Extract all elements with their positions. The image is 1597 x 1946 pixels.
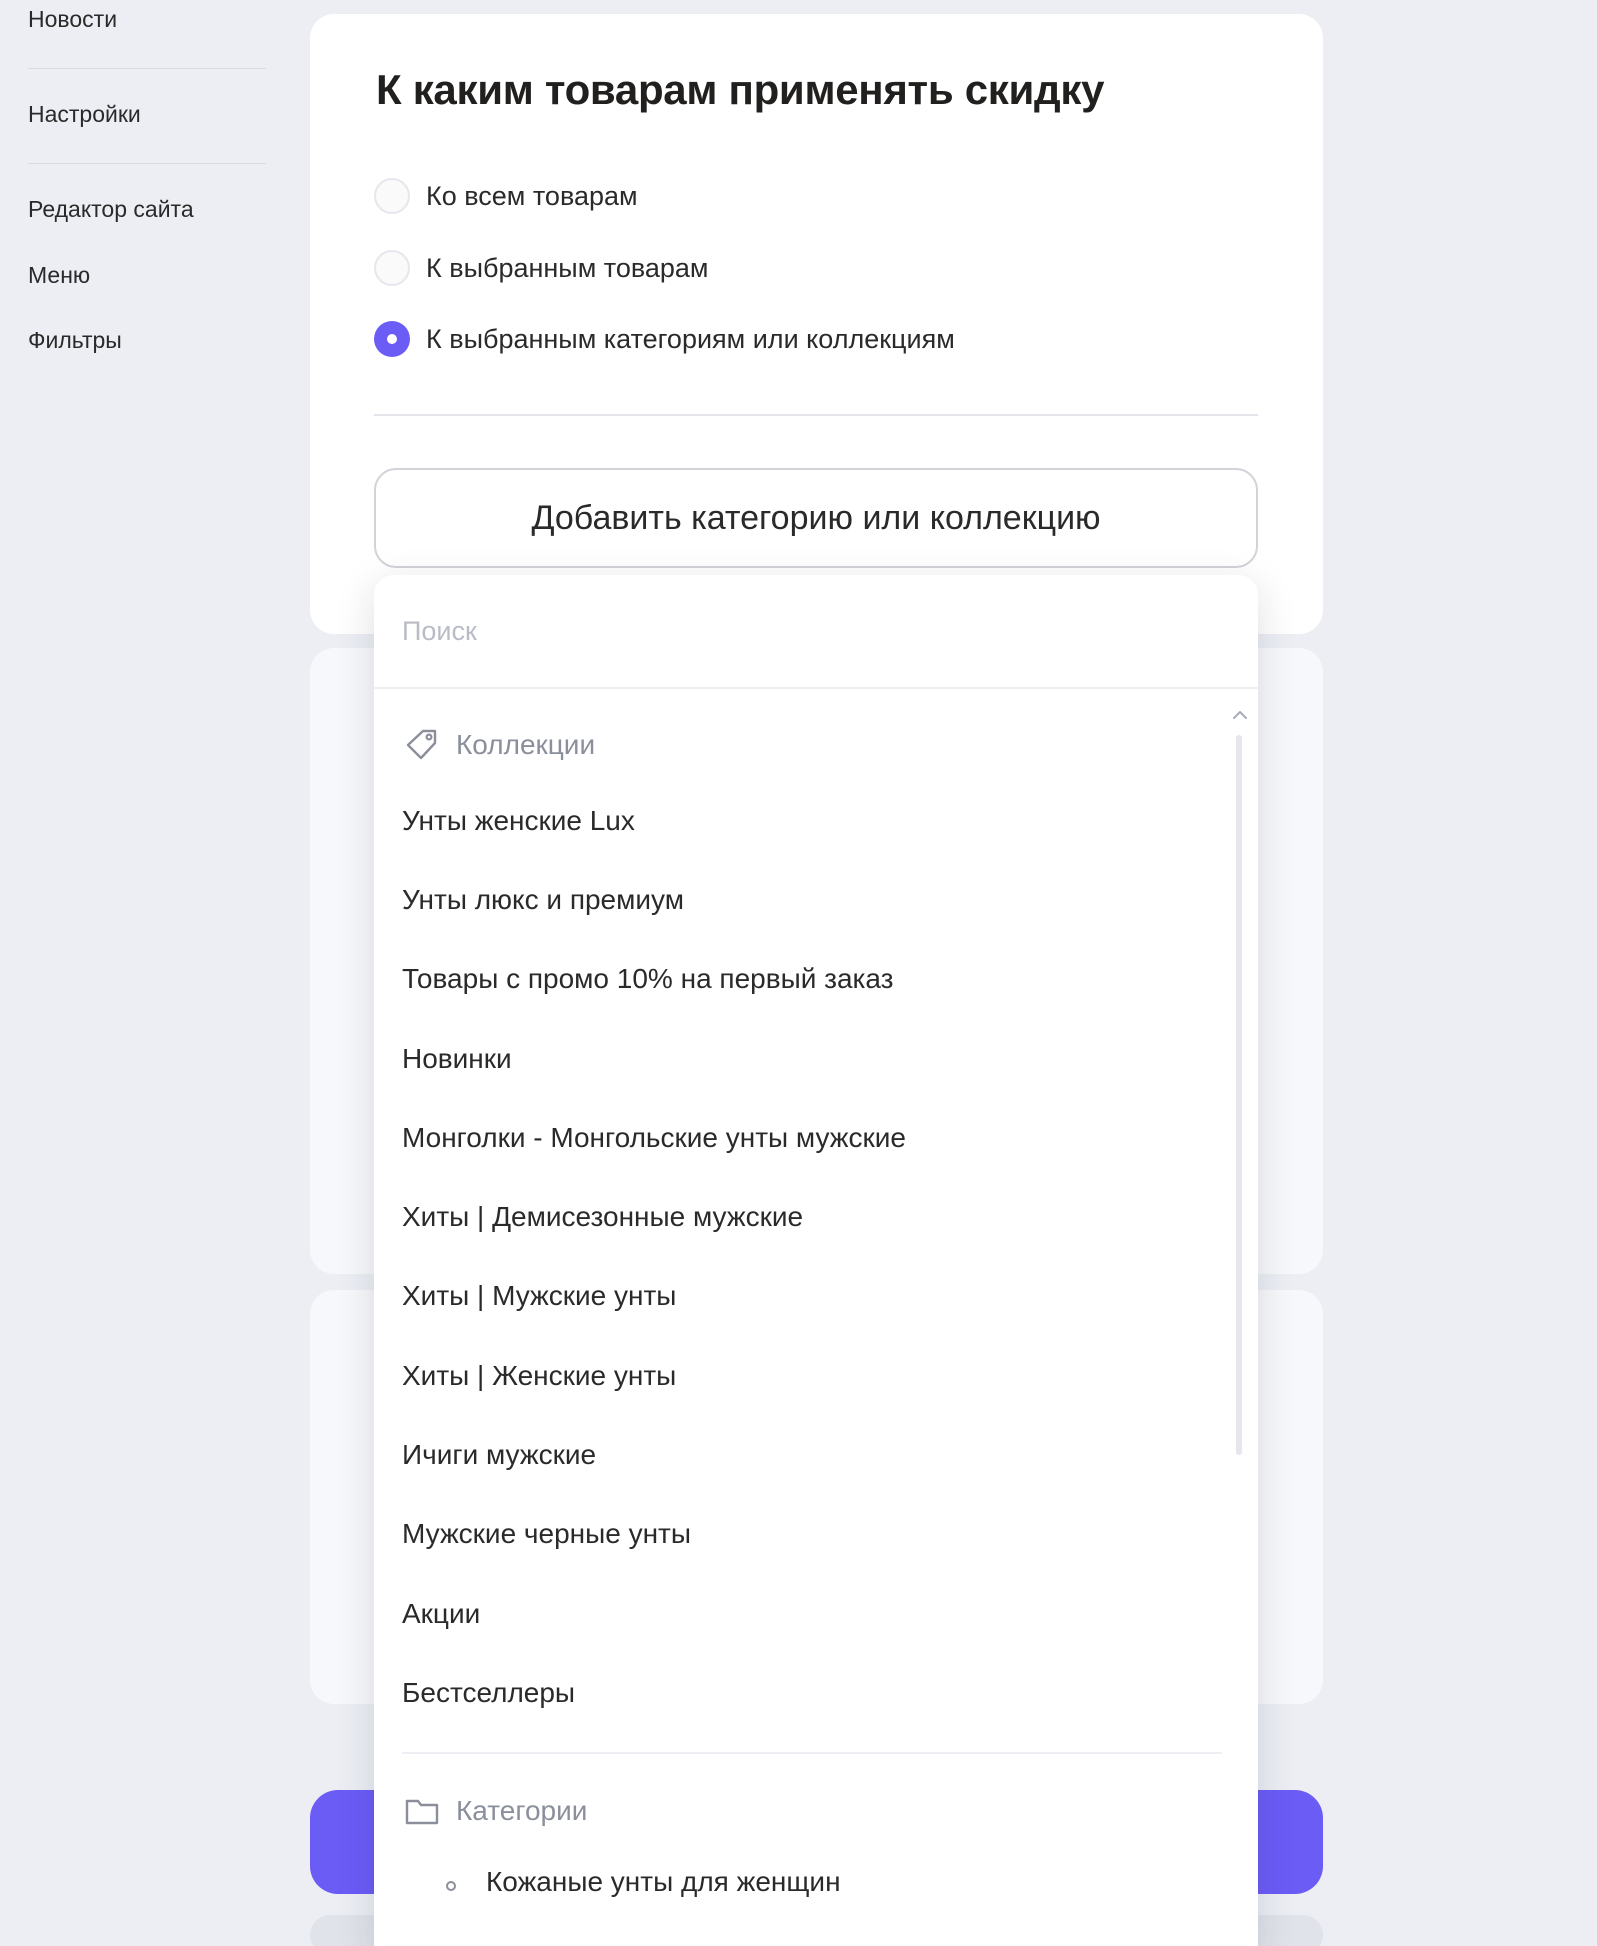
radio-label: К выбранным категориям или коллекциям	[426, 323, 955, 354]
radio-label: К выбранным товарам	[426, 252, 709, 283]
bullet-icon	[446, 1881, 456, 1891]
category-collection-dropdown: Коллекции Унты женские Lux Унты люкс и п…	[374, 575, 1258, 1946]
collection-option[interactable]: Хиты | Демисезонные мужские	[402, 1201, 803, 1233]
radio-selected-products[interactable]: К выбранным товарам	[374, 248, 709, 288]
sidebar-item-site-editor[interactable]: Редактор сайта	[28, 196, 194, 223]
sidebar-divider	[28, 163, 266, 164]
collection-option[interactable]: Унты люкс и премиум	[402, 884, 684, 916]
radio-all-products[interactable]: Ко всем товарам	[374, 176, 638, 216]
scrollbar[interactable]	[1236, 735, 1242, 1455]
folder-icon	[405, 1799, 439, 1825]
collections-label: Коллекции	[456, 729, 596, 760]
sidebar: Новости Настройки Редактор сайта Меню Фи…	[0, 0, 280, 1946]
collections-group-header: Коллекции	[402, 723, 595, 767]
divider	[374, 414, 1258, 416]
collection-option[interactable]: Хиты | Женские унты	[402, 1360, 676, 1392]
categories-label: Категории	[456, 1795, 588, 1826]
sidebar-item-news[interactable]: Новости	[28, 6, 117, 33]
category-option[interactable]: Кожаные унты для женщин	[486, 1866, 841, 1898]
sidebar-divider	[28, 68, 266, 69]
sidebar-item-settings[interactable]: Настройки	[28, 101, 141, 128]
discount-settings-page: Новости Настройки Редактор сайта Меню Фи…	[0, 0, 1597, 1946]
search-input[interactable]	[374, 575, 1258, 689]
sidebar-item-filters[interactable]: Фильтры	[28, 327, 122, 354]
radio-selected-categories[interactable]: К выбранным категориям или коллекциям	[374, 319, 955, 359]
sidebar-item-menu[interactable]: Меню	[28, 262, 90, 289]
collection-option[interactable]: Мужские черные унты	[402, 1518, 691, 1550]
categories-group-header: Категории	[402, 1789, 587, 1833]
scroll-up-icon[interactable]	[1230, 705, 1250, 725]
collection-option[interactable]: Унты женские Lux	[402, 805, 635, 837]
radio-label: Ко всем товарам	[426, 180, 638, 211]
radio-button[interactable]	[374, 178, 410, 214]
collection-option[interactable]: Монголки - Монгольские унты мужские	[402, 1122, 906, 1154]
collection-option[interactable]: Товары с промо 10% на первый заказ	[402, 963, 894, 995]
radio-button-checked[interactable]	[374, 321, 410, 357]
collection-option[interactable]: Новинки	[402, 1043, 512, 1075]
collection-option[interactable]: Акции	[402, 1598, 480, 1630]
add-category-or-collection-button[interactable]: Добавить категорию или коллекцию	[374, 468, 1258, 568]
radio-button[interactable]	[374, 250, 410, 286]
group-divider	[402, 1752, 1222, 1754]
collection-option[interactable]: Бестселлеры	[402, 1677, 575, 1709]
section-title: К каким товарам применять скидку	[376, 66, 1105, 113]
tag-icon	[406, 729, 437, 760]
collection-option[interactable]: Ичиги мужские	[402, 1439, 596, 1471]
collection-option[interactable]: Хиты | Мужские унты	[402, 1280, 676, 1312]
